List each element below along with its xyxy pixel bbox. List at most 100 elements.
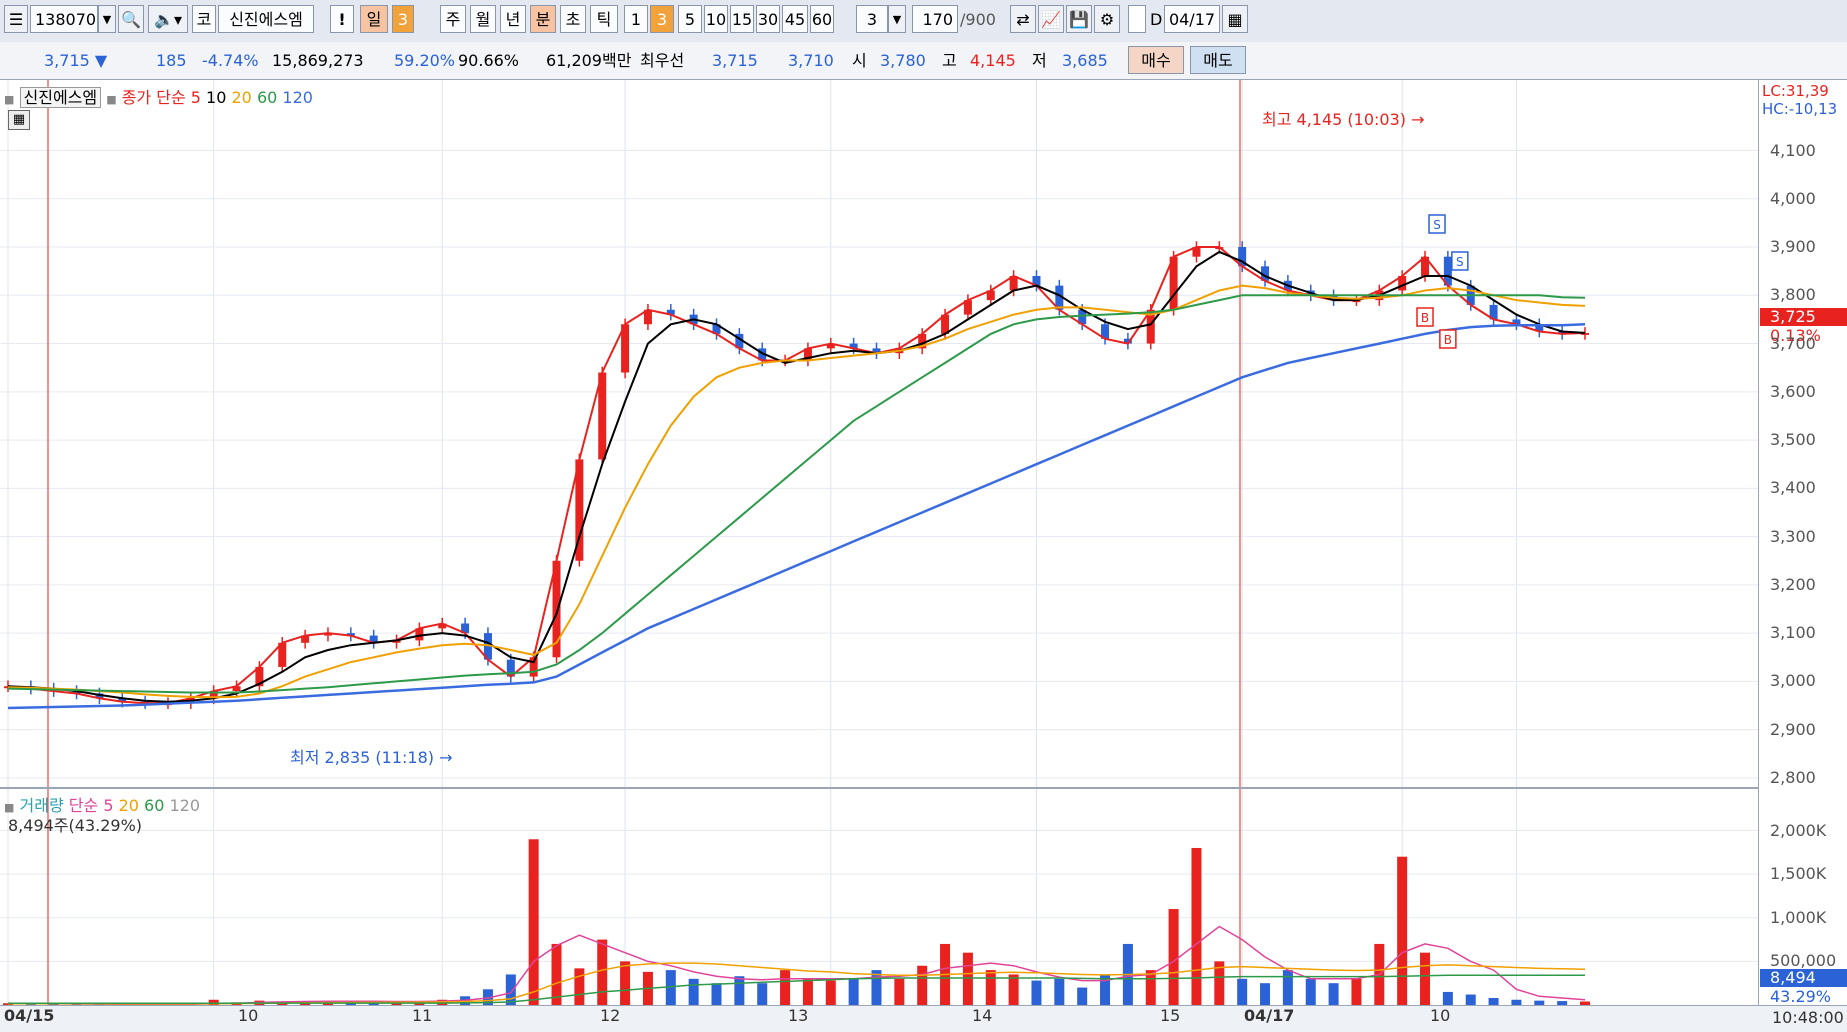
legend-close-label: 종가 단순 xyxy=(122,88,186,107)
price-tick-label: 3,600 xyxy=(1770,382,1816,401)
volume-bar xyxy=(1077,988,1087,1005)
volume-tick-label: 500,000 xyxy=(1770,951,1836,970)
low-annotation: 최저 2,835 (11:18) → xyxy=(290,744,453,768)
volume-bar xyxy=(689,979,699,1005)
volume-bar xyxy=(757,983,767,1005)
volume-bar xyxy=(963,953,973,1005)
legend-vol-ma120: 120 xyxy=(170,796,201,815)
high-annotation: 최고 4,145 (10:03) → xyxy=(1262,106,1425,130)
volume-bar xyxy=(1443,992,1453,1005)
x-tick-label: 04/17 xyxy=(1244,1006,1294,1025)
x-tick-label: 14 xyxy=(972,1006,992,1025)
x-tick-label: 12 xyxy=(600,1006,620,1025)
price-tick-label: 3,900 xyxy=(1770,237,1816,256)
legend-ma10: 10 xyxy=(206,88,226,107)
volume-ma5-line xyxy=(8,927,1585,1005)
volume-bar xyxy=(1191,848,1201,1005)
ma120-line xyxy=(8,324,1585,708)
pane-separator[interactable] xyxy=(0,787,1758,789)
price-tick-label: 4,100 xyxy=(1770,141,1816,160)
volume-bar xyxy=(1237,979,1247,1005)
price-tick-label: 2,900 xyxy=(1770,720,1816,739)
current-time: 10:48:00 xyxy=(1772,1008,1844,1027)
price-tick-label: 4,000 xyxy=(1770,189,1816,208)
volume-bar xyxy=(1054,979,1064,1005)
volume-bar xyxy=(529,839,539,1005)
price-tick-label: 3,700 xyxy=(1770,334,1816,353)
volume-tick-label: 1,500K xyxy=(1770,864,1826,883)
legend-bullet-icon: ■ xyxy=(106,93,116,106)
price-tick-label: 3,800 xyxy=(1770,285,1816,304)
buy-marker: B xyxy=(1444,333,1452,347)
table-icon[interactable]: ▦ xyxy=(8,110,30,130)
ma10-line xyxy=(8,252,1585,702)
x-tick-label: 10 xyxy=(238,1006,258,1025)
volume-bar xyxy=(826,981,836,1005)
sell-marker: S xyxy=(1456,255,1464,269)
volume-bar xyxy=(1489,998,1499,1005)
volume-bar xyxy=(1306,979,1316,1005)
volume-ma20-line xyxy=(8,963,1585,1004)
volume-tick-label: 1,000K xyxy=(1770,908,1826,927)
current-volume: 8,494주(43.29%) xyxy=(8,812,142,836)
legend-ma20: 20 xyxy=(232,88,252,107)
right-axis-line xyxy=(1758,80,1759,1006)
price-tick-label: 3,400 xyxy=(1770,478,1816,497)
volume-bar xyxy=(1009,974,1019,1005)
volume-bar xyxy=(849,979,859,1005)
volume-bar xyxy=(1329,983,1339,1005)
volume-bar xyxy=(1169,909,1179,1005)
volume-tick-label: 2,000K xyxy=(1770,821,1826,840)
volume-bar xyxy=(574,968,584,1005)
volume-bar xyxy=(1031,981,1041,1005)
volume-bar xyxy=(1397,857,1407,1005)
volume-bar xyxy=(1351,979,1361,1005)
current-volume-percent: 43.29% xyxy=(1770,987,1831,1006)
volume-bar xyxy=(506,974,516,1005)
volume-bar xyxy=(712,983,722,1005)
price-volume-chart: S S B B xyxy=(0,0,1847,1031)
legend-bullet-icon: ■ xyxy=(4,93,14,106)
price-tick-label: 3,300 xyxy=(1770,527,1816,546)
volume-bar xyxy=(894,979,904,1005)
x-tick-label: 11 xyxy=(412,1006,432,1025)
price-tick-label: 2,800 xyxy=(1770,768,1816,787)
legend-vol-ma60: 60 xyxy=(144,796,164,815)
volume-bar xyxy=(552,944,562,1005)
volume-bar xyxy=(734,976,744,1005)
sell-marker: S xyxy=(1433,218,1441,232)
current-volume-tag: 8,494 xyxy=(1760,969,1847,987)
volume-bar xyxy=(1466,995,1476,1005)
volume-bar xyxy=(620,961,630,1005)
ma20-line xyxy=(8,286,1585,698)
volume-bar xyxy=(986,970,996,1005)
legend-ma60: 60 xyxy=(257,88,277,107)
legend-ma120: 120 xyxy=(282,88,313,107)
lc-value: LC:31,39 xyxy=(1762,82,1829,100)
legend-ma5: 5 xyxy=(191,88,201,107)
price-legend: ■ 신진에스엠 ■ 종가 단순 5 10 20 60 120 xyxy=(4,84,313,108)
x-tick-label: 04/15 xyxy=(4,1006,54,1025)
volume-bar xyxy=(1260,983,1270,1005)
ma5-line xyxy=(8,247,1585,703)
x-tick-label: 15 xyxy=(1160,1006,1180,1025)
hc-value: HC:-10,13 xyxy=(1762,100,1837,118)
volume-bar xyxy=(1283,970,1293,1005)
volume-bar xyxy=(597,940,607,1005)
volume-bar xyxy=(803,979,813,1005)
volume-bar xyxy=(780,970,790,1005)
buy-marker: B xyxy=(1421,311,1429,325)
volume-bar xyxy=(917,966,927,1005)
arrow-right-icon: → xyxy=(439,748,452,767)
x-axis-bar xyxy=(0,1005,1847,1032)
arrow-right-icon: → xyxy=(1411,110,1424,129)
x-tick-label: 10 xyxy=(1430,1006,1450,1025)
current-price-tag: 3,725 xyxy=(1760,308,1847,326)
volume-bar xyxy=(1420,953,1430,1005)
legend-stock-name[interactable]: 신진에스엠 xyxy=(20,87,102,108)
price-tick-label: 3,200 xyxy=(1770,575,1816,594)
x-tick-label: 13 xyxy=(788,1006,808,1025)
price-tick-label: 3,000 xyxy=(1770,671,1816,690)
price-tick-label: 3,100 xyxy=(1770,623,1816,642)
price-tick-label: 3,500 xyxy=(1770,430,1816,449)
